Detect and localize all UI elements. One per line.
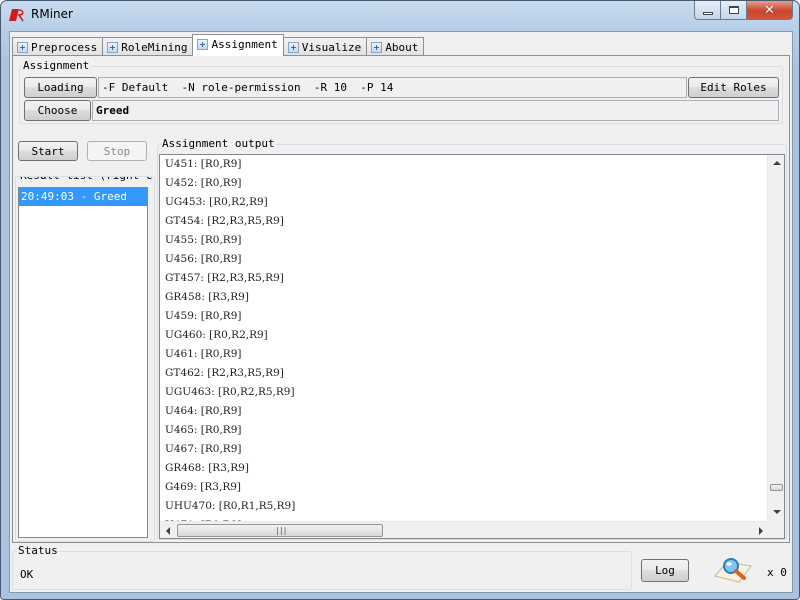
tab-label: About: [385, 40, 419, 54]
rminer-logo-icon: [9, 9, 24, 22]
maximize-icon: [728, 6, 739, 14]
output-line: U452: [R0,R9]: [165, 177, 242, 189]
algorithm-field[interactable]: Greed: [92, 100, 779, 121]
output-title: Assignment output: [161, 137, 276, 150]
start-button[interactable]: Start: [18, 141, 78, 161]
expand-plus-icon: [107, 41, 119, 53]
status-group: Status: [12, 544, 632, 590]
output-line: U455: [R0,R9]: [165, 234, 242, 246]
close-button[interactable]: ✕: [747, 1, 793, 20]
client-area: Preprocess RoleMining Assignment Visuali…: [9, 31, 793, 593]
stop-button[interactable]: Stop: [87, 141, 147, 161]
output-line: U461: [R0,R9]: [165, 348, 242, 360]
status-text: OK: [20, 568, 34, 581]
output-line: GR458: [R3,R9]: [165, 291, 249, 303]
tab-label: Preprocess: [31, 40, 98, 54]
output-lines: U451: [R0,R9] U452: [R0,R9] UG453: [R0,R…: [165, 155, 295, 535]
output-line: U451: [R0,R9]: [165, 158, 242, 170]
tab-about[interactable]: About: [366, 37, 425, 56]
vertical-scrollbar[interactable]: [767, 155, 784, 521]
task-count: x 0: [767, 566, 787, 579]
output-line: UGU463: [R0,R2,R5,R9]: [165, 386, 295, 398]
scrollbar-corner: [767, 521, 784, 538]
status-title: Status: [17, 544, 59, 557]
scroll-up-arrow-icon[interactable]: [773, 161, 781, 165]
tab-preprocess[interactable]: Preprocess: [12, 37, 104, 56]
tab-visualize[interactable]: Visualize: [282, 37, 368, 56]
tab-label: Visualize: [301, 40, 362, 54]
scroll-grip-icon: |||: [275, 526, 287, 535]
window-title: RMiner: [31, 7, 73, 21]
vertical-scroll-thumb[interactable]: [770, 484, 783, 491]
loading-button[interactable]: Loading: [24, 77, 97, 98]
output-line: U459: [R0,R9]: [165, 310, 242, 322]
output-line: U464: [R0,R9]: [165, 405, 242, 417]
assignment-tab-panel: Assignment Loading -F Default -N role-pe…: [12, 55, 790, 543]
tab-rolemining[interactable]: RoleMining: [102, 37, 194, 56]
tab-assignment[interactable]: Assignment: [192, 34, 284, 56]
horizontal-scrollbar[interactable]: |||: [160, 521, 769, 538]
output-line: GR468: [R3,R9]: [165, 462, 249, 474]
tab-label: Assignment: [211, 37, 278, 51]
scroll-right-arrow-icon[interactable]: [759, 527, 763, 535]
output-line: U456: [R0,R9]: [165, 253, 242, 265]
scroll-down-arrow-icon[interactable]: [773, 510, 781, 514]
result-list-item[interactable]: 20:49:03 - Greed: [19, 188, 147, 206]
horizontal-scroll-thumb[interactable]: |||: [177, 524, 383, 537]
minimize-icon: [702, 11, 713, 15]
output-line: U467: [R0,R9]: [165, 443, 242, 455]
minimize-button[interactable]: [694, 1, 721, 20]
result-list-title: Result list (right-cli: [19, 177, 154, 182]
log-button[interactable]: Log: [641, 559, 689, 582]
assignment-group-title: Assignment: [22, 59, 91, 72]
choose-button[interactable]: Choose: [24, 100, 91, 121]
output-line: GT457: [R2,R3,R5,R9]: [165, 272, 284, 284]
title-bar[interactable]: RMiner ✕: [1, 1, 799, 29]
close-icon: ✕: [764, 2, 775, 18]
output-line: G469: [R3,R9]: [165, 481, 242, 493]
tab-label: RoleMining: [121, 40, 188, 54]
task-monitor-icon[interactable]: [713, 554, 753, 584]
app-window: RMiner ✕ Preprocess RoleMining Assignmen…: [0, 0, 800, 600]
window-controls: ✕: [694, 1, 793, 21]
scroll-left-arrow-icon[interactable]: [166, 527, 170, 535]
result-list[interactable]: 20:49:03 - Greed: [18, 187, 148, 538]
assignment-output-textarea[interactable]: U451: [R0,R9] U452: [R0,R9] UG453: [R0,R…: [159, 154, 785, 539]
edit-roles-button[interactable]: Edit Roles: [688, 77, 779, 98]
output-line: UG460: [R0,R2,R9]: [165, 329, 268, 341]
output-line: UHU470: [R0,R1,R5,R9]: [165, 500, 296, 512]
output-line: U465: [R0,R9]: [165, 424, 242, 436]
output-line: GT462: [R2,R3,R5,R9]: [165, 367, 284, 379]
loading-config-field[interactable]: -F Default -N role-permission -R 10 -P 1…: [98, 77, 687, 98]
maximize-button[interactable]: [721, 1, 747, 20]
expand-plus-icon: [287, 41, 299, 53]
output-line: GT454: [R2,R3,R5,R9]: [165, 215, 284, 227]
expand-plus-icon: [371, 41, 383, 53]
expand-plus-icon: [17, 41, 28, 53]
output-line: UG453: [R0,R2,R9]: [165, 196, 268, 208]
tab-bar: Preprocess RoleMining Assignment Visuali…: [12, 34, 425, 56]
expand-plus-icon: [197, 38, 209, 50]
